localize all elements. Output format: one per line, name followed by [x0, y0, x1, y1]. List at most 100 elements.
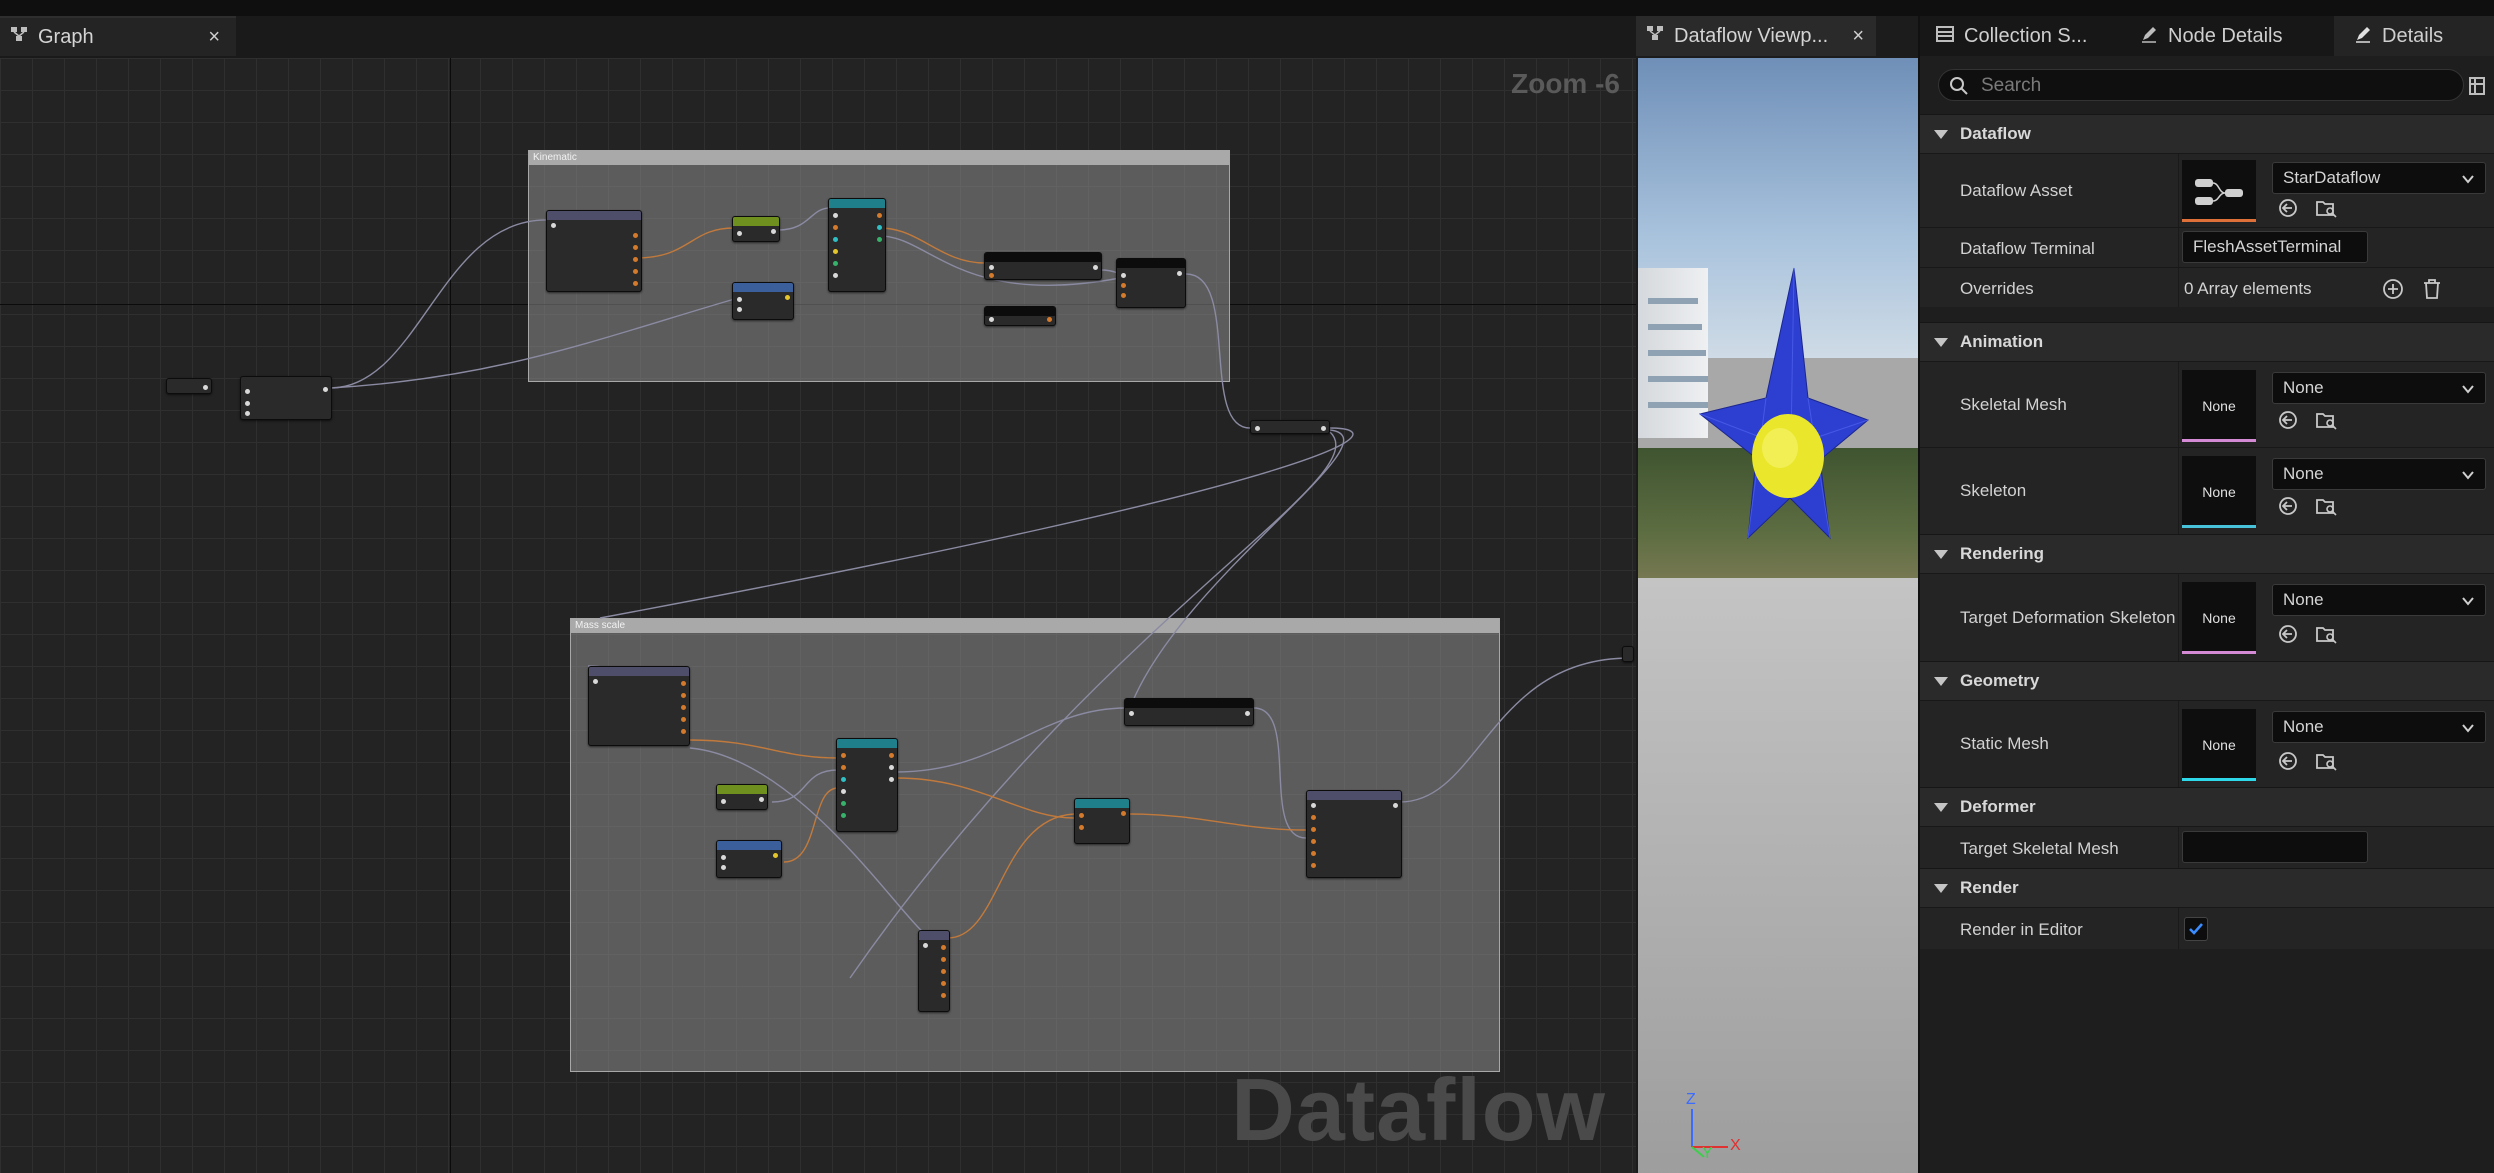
asset-thumbnail[interactable]: None — [2182, 370, 2256, 442]
asset-thumbnail[interactable] — [2182, 160, 2256, 222]
thumbnail-label: None — [2202, 737, 2236, 753]
section-deformer[interactable]: Deformer — [1920, 787, 2494, 826]
graph-node[interactable] — [716, 784, 768, 810]
browse-folder-icon[interactable] — [2316, 410, 2338, 435]
browse-folder-icon[interactable] — [2316, 624, 2338, 649]
graph-node[interactable] — [166, 378, 212, 394]
browse-folder-icon[interactable] — [2316, 751, 2338, 776]
section-animation[interactable]: Animation — [1920, 322, 2494, 361]
graph-node[interactable] — [1250, 420, 1330, 434]
close-icon[interactable]: × — [1852, 25, 1864, 48]
chevron-down-icon — [1934, 802, 1948, 812]
details-tab-bar: Collection S... Node Details Details — [1920, 16, 2494, 56]
graph-node[interactable] — [836, 738, 898, 832]
graph-node[interactable] — [1124, 698, 1254, 726]
graph-node[interactable] — [984, 252, 1102, 280]
dataflow-asset-icon — [2195, 179, 2243, 205]
chevron-down-icon — [1934, 129, 1948, 139]
close-icon[interactable]: × — [208, 26, 220, 49]
asset-type-bar — [2182, 439, 2256, 442]
graph-node[interactable] — [588, 666, 690, 746]
use-selected-icon[interactable] — [2278, 410, 2298, 435]
chevron-down-icon — [2461, 467, 2475, 487]
asset-thumbnail[interactable]: None — [2182, 456, 2256, 528]
graph-node[interactable] — [240, 376, 332, 420]
thumbnail-label: None — [2202, 484, 2236, 500]
skeletal-mesh-combo[interactable]: None — [2272, 372, 2486, 404]
search-icon — [1949, 76, 1969, 101]
tab-graph[interactable]: Graph × — [0, 16, 236, 56]
graph-canvas[interactable]: Kinematic Mass scale Zoom -6 Dataflow — [0, 58, 1636, 1173]
pencil-icon — [2354, 25, 2372, 48]
graph-node[interactable] — [546, 210, 642, 292]
graph-node[interactable] — [1622, 646, 1634, 662]
axis-gizmo: Z X Y — [1678, 1091, 1748, 1162]
use-selected-icon[interactable] — [2278, 198, 2298, 223]
static-mesh-combo[interactable]: None — [2272, 711, 2486, 743]
asset-type-bar — [2182, 219, 2256, 222]
tab-details[interactable]: Details — [2334, 16, 2494, 56]
combo-value: None — [2283, 590, 2324, 609]
skeleton-combo[interactable]: None — [2272, 458, 2486, 490]
combo-value: None — [2283, 464, 2324, 483]
overrides-count: 0 Array elements — [2184, 279, 2312, 298]
tab-details-label: Details — [2382, 24, 2444, 47]
graph-node[interactable] — [918, 930, 950, 1012]
view-options-icon[interactable] — [2469, 76, 2485, 101]
tab-node-details[interactable]: Node Details — [2140, 16, 2340, 56]
dataflow-asset-combo[interactable]: StarDataflow — [2272, 162, 2486, 194]
graph-node[interactable] — [1306, 790, 1402, 878]
spreadsheet-icon — [1936, 25, 1954, 48]
browse-folder-icon[interactable] — [2316, 496, 2338, 521]
use-selected-icon[interactable] — [2278, 624, 2298, 649]
viewport-panel: Dataflow Viewp... × Z X Y — [1636, 16, 1918, 1173]
chevron-down-icon — [2461, 720, 2475, 740]
render-in-editor-checkbox[interactable] — [2184, 917, 2208, 941]
viewport-icon — [1646, 24, 1664, 48]
dataflow-terminal-field[interactable]: FleshAssetTerminal — [2182, 231, 2368, 263]
delete-icon[interactable] — [2422, 278, 2442, 305]
property-label: Dataflow Asset — [1960, 181, 2073, 200]
tab-collection-spreadsheet[interactable]: Collection S... — [1936, 16, 2132, 56]
graph-node[interactable] — [732, 282, 794, 320]
axis-z-label: Z — [1686, 1091, 1696, 1108]
tab-dataflow-viewport-label: Dataflow Viewp... — [1674, 24, 1829, 47]
thumbnail-label: None — [2202, 610, 2236, 626]
property-row-render-in-editor: Render in Editor — [1920, 907, 2494, 949]
graph-node[interactable] — [1074, 798, 1130, 844]
axis-x-label: X — [1730, 1137, 1741, 1154]
add-element-icon[interactable] — [2382, 278, 2404, 305]
section-render[interactable]: Render — [1920, 868, 2494, 907]
section-title: Dataflow — [1960, 124, 2031, 143]
checkmark-icon — [2189, 923, 2203, 935]
asset-thumbnail[interactable]: None — [2182, 709, 2256, 781]
graph-node[interactable] — [1116, 258, 1186, 308]
combo-value: None — [2283, 378, 2324, 397]
use-selected-icon[interactable] — [2278, 751, 2298, 776]
browse-folder-icon[interactable] — [2316, 198, 2338, 223]
graph-icon — [10, 25, 28, 49]
section-title: Rendering — [1960, 544, 2045, 563]
section-title: Deformer — [1960, 797, 2036, 816]
chevron-down-icon — [2461, 171, 2475, 191]
graph-node[interactable] — [716, 840, 782, 878]
graph-node[interactable] — [732, 216, 780, 242]
chevron-down-icon — [2461, 593, 2475, 613]
graph-node[interactable] — [984, 306, 1056, 326]
search-input[interactable] — [1979, 73, 2443, 99]
axis-y-label: Y — [1702, 1145, 1713, 1162]
section-geometry[interactable]: Geometry — [1920, 661, 2494, 700]
target-deformation-skeleton-combo[interactable]: None — [2272, 584, 2486, 616]
section-dataflow[interactable]: Dataflow — [1920, 114, 2494, 153]
section-rendering[interactable]: Rendering — [1920, 534, 2494, 573]
tab-graph-label: Graph — [38, 25, 94, 48]
use-selected-icon[interactable] — [2278, 496, 2298, 521]
property-row-static-mesh: Static Mesh None None — [1920, 700, 2494, 787]
graph-node[interactable] — [828, 198, 886, 292]
asset-thumbnail[interactable]: None — [2182, 582, 2256, 654]
viewport-3d-scene[interactable]: Z X Y — [1638, 58, 1918, 1173]
chevron-down-icon — [1934, 549, 1948, 559]
tab-dataflow-viewport[interactable]: Dataflow Viewp... × — [1636, 16, 1876, 56]
target-skeletal-mesh-field[interactable] — [2182, 831, 2368, 863]
property-label: Target Deformation Skeleton — [1960, 608, 2176, 627]
